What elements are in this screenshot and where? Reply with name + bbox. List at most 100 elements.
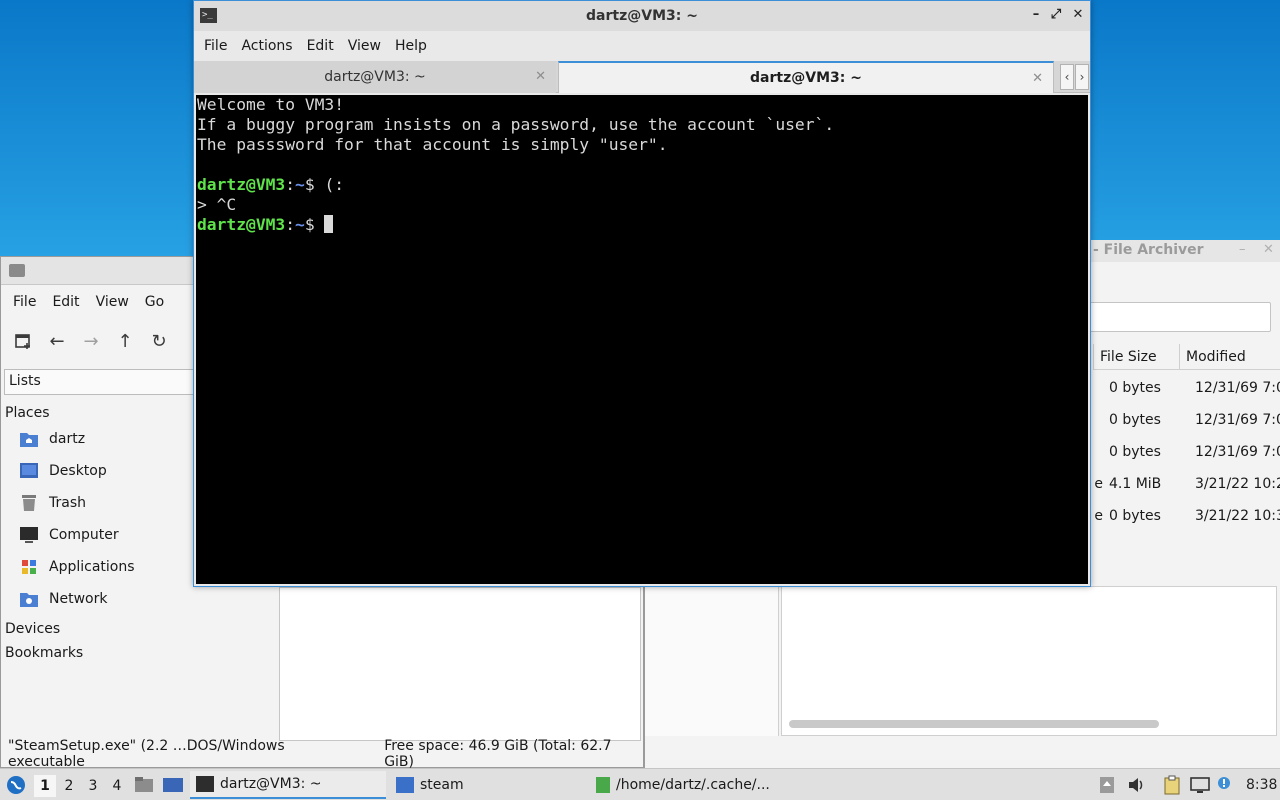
workspace-2[interactable]: 2 bbox=[58, 775, 80, 797]
row-modified: 3/21/22 10:3 bbox=[1195, 508, 1280, 524]
row-modified: 12/31/69 7:0 bbox=[1195, 412, 1280, 428]
terminal-tabbar: dartz@VM3: ~ ✕ dartz@VM3: ~ ✕ ‹ › bbox=[194, 61, 1090, 93]
terminal-icon bbox=[196, 776, 214, 792]
place-dartz[interactable]: dartz bbox=[1, 423, 194, 455]
scroll-tabs-left-icon[interactable]: ‹ bbox=[1060, 64, 1074, 90]
clipboard-icon[interactable] bbox=[1163, 769, 1181, 800]
place-label: Applications bbox=[49, 559, 135, 575]
fm-menu-edit[interactable]: Edit bbox=[44, 294, 87, 310]
close-tab-icon[interactable]: ✕ bbox=[535, 69, 546, 84]
place-network[interactable]: Network bbox=[1, 583, 194, 615]
row-modified: 12/31/69 7:0 bbox=[1195, 380, 1280, 396]
terminal-line: Welcome to VM3! bbox=[197, 95, 345, 114]
forward-arrow-icon[interactable]: → bbox=[79, 329, 103, 353]
prompt-user: dartz@VM3 bbox=[197, 175, 286, 194]
file-manager-launcher-icon[interactable] bbox=[134, 769, 154, 800]
menu-edit[interactable]: Edit bbox=[300, 38, 341, 54]
prompt-sep: : bbox=[285, 215, 296, 234]
archive-detail-pane[interactable] bbox=[781, 586, 1277, 736]
fm-menu-file[interactable]: File bbox=[5, 294, 44, 310]
network-status-icon[interactable] bbox=[1190, 769, 1210, 800]
archive-location-input[interactable] bbox=[1085, 302, 1271, 332]
task-steam-folder[interactable]: steam bbox=[390, 771, 586, 799]
row-size: 0 bytes bbox=[1109, 412, 1161, 428]
close-tab-icon[interactable]: ✕ bbox=[1032, 71, 1043, 86]
show-desktop-icon[interactable] bbox=[162, 769, 184, 800]
tab-terminal-2[interactable]: dartz@VM3: ~ ✕ bbox=[558, 61, 1054, 93]
text-cursor bbox=[324, 215, 334, 233]
terminal-title: dartz@VM3: ~ bbox=[586, 8, 698, 24]
place-trash[interactable]: Trash bbox=[1, 487, 194, 519]
tab-terminal-1[interactable]: dartz@VM3: ~ ✕ bbox=[194, 61, 556, 93]
archive-folder-pane[interactable] bbox=[645, 586, 779, 736]
column-file-size[interactable]: File Size bbox=[1093, 344, 1179, 369]
back-arrow-icon[interactable]: ← bbox=[45, 329, 69, 353]
tab-label: dartz@VM3: ~ bbox=[750, 70, 862, 86]
prompt-path: ~ bbox=[295, 175, 305, 194]
place-computer[interactable]: Computer bbox=[1, 519, 194, 551]
status-free-space: Free space: 46.9 GiB (Total: 62.7 GiB) bbox=[384, 738, 612, 770]
file-manager-statusbar: "SteamSetup.exe" (2.2 …DOS/Windows execu… bbox=[1, 738, 643, 770]
devices-header[interactable]: Devices bbox=[1, 615, 194, 639]
tab-label: dartz@VM3: ~ bbox=[324, 69, 426, 85]
workspace-4[interactable]: 4 bbox=[106, 775, 128, 797]
eject-icon[interactable] bbox=[1099, 769, 1115, 800]
row-size: 4.1 MiB bbox=[1109, 476, 1162, 492]
row-modified: 3/21/22 10:2 bbox=[1195, 476, 1280, 492]
menu-file[interactable]: File bbox=[197, 38, 234, 54]
fm-menu-go[interactable]: Go bbox=[137, 294, 172, 310]
task-terminal[interactable]: dartz@VM3: ~ bbox=[190, 771, 386, 799]
start-menu-icon[interactable] bbox=[6, 769, 26, 800]
archive-column-headers: File Size Modified bbox=[1093, 344, 1280, 370]
column-modified[interactable]: Modified bbox=[1179, 344, 1280, 369]
task-label: dartz@VM3: ~ bbox=[220, 776, 322, 792]
folder-icon bbox=[9, 264, 25, 277]
close-icon[interactable]: ✕ bbox=[1263, 242, 1274, 257]
volume-icon[interactable] bbox=[1127, 769, 1145, 800]
workspace-3[interactable]: 3 bbox=[82, 775, 104, 797]
minimize-icon[interactable]: – bbox=[1028, 7, 1044, 22]
place-label: Desktop bbox=[49, 463, 107, 479]
prompt-sep: : bbox=[285, 175, 296, 194]
terminal-menubar: File Actions Edit View Help bbox=[194, 31, 1090, 61]
minimize-icon[interactable]: – bbox=[1239, 242, 1246, 257]
horizontal-scrollbar[interactable] bbox=[789, 720, 1159, 728]
up-arrow-icon[interactable]: ↑ bbox=[113, 329, 137, 353]
side-pane: Places dartz Desktop Trash Computer Appl… bbox=[1, 399, 194, 663]
archive-icon bbox=[596, 777, 610, 793]
close-icon[interactable]: ✕ bbox=[1070, 7, 1086, 22]
taskbar: 1 2 3 4 dartz@VM3: ~ steam /home/dartz/.… bbox=[0, 768, 1280, 800]
maximize-icon[interactable]: ⤢ bbox=[1048, 7, 1064, 22]
terminal-output[interactable]: Welcome to VM3! If a buggy program insis… bbox=[196, 95, 1088, 584]
prompt-user: dartz@VM3 bbox=[197, 215, 286, 234]
task-archiver[interactable]: /home/dartz/.cache/... bbox=[590, 771, 790, 799]
terminal-line: If a buggy program insists on a password… bbox=[197, 115, 835, 134]
menu-help[interactable]: Help bbox=[388, 38, 434, 54]
place-desktop[interactable]: Desktop bbox=[1, 455, 194, 487]
bookmarks-header[interactable]: Bookmarks bbox=[1, 639, 194, 663]
desktop-icon bbox=[20, 463, 38, 478]
row-size: 0 bytes bbox=[1109, 380, 1161, 396]
file-list-pane[interactable] bbox=[279, 587, 641, 741]
workspace-1[interactable]: 1 bbox=[34, 775, 56, 797]
notification-icon[interactable] bbox=[1216, 769, 1232, 800]
row-size: 0 bytes bbox=[1109, 508, 1161, 524]
clock[interactable]: 8:38 bbox=[1246, 769, 1277, 800]
reload-icon[interactable]: ↻ bbox=[147, 329, 171, 353]
new-tab-icon[interactable] bbox=[11, 329, 35, 353]
fm-menu-view[interactable]: View bbox=[88, 294, 137, 310]
place-applications[interactable]: Applications bbox=[1, 551, 194, 583]
places-header[interactable]: Places bbox=[1, 399, 194, 423]
menu-view[interactable]: View bbox=[341, 38, 388, 54]
place-label: Network bbox=[49, 591, 108, 607]
scroll-tabs-right-icon[interactable]: › bbox=[1075, 64, 1089, 90]
menu-actions[interactable]: Actions bbox=[234, 38, 299, 54]
prompt-end: $ bbox=[304, 215, 325, 234]
terminal-window: >_ dartz@VM3: ~ – ⤢ ✕ File Actions Edit … bbox=[193, 0, 1091, 587]
terminal-line: The passsword for that account is simply… bbox=[197, 135, 668, 154]
terminal-titlebar[interactable]: >_ dartz@VM3: ~ – ⤢ ✕ bbox=[194, 1, 1090, 31]
computer-icon bbox=[20, 527, 38, 543]
place-label: Computer bbox=[49, 527, 119, 543]
side-pane-mode-select[interactable]: Lists bbox=[4, 369, 194, 395]
prompt-path: ~ bbox=[295, 215, 305, 234]
